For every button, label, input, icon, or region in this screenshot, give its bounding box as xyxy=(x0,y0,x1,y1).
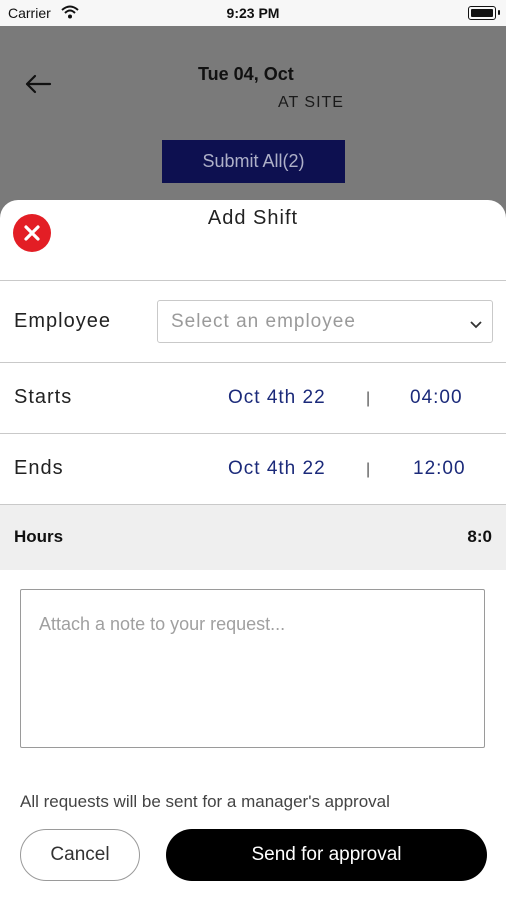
end-date[interactable]: Oct 4th 22 xyxy=(228,458,326,480)
employee-placeholder: Select an employee xyxy=(171,311,356,332)
employee-select[interactable]: Select an employee xyxy=(157,300,493,343)
status-bar: Carrier 9:23 PM xyxy=(0,0,506,26)
chevron-down-icon xyxy=(470,316,482,334)
end-separator: | xyxy=(366,461,371,478)
add-shift-sheet: Add Shift Employee Select an employee St… xyxy=(0,200,506,900)
hours-value: 8:0 xyxy=(467,527,492,546)
end-time[interactable]: 12:00 xyxy=(413,458,466,480)
battery-icon xyxy=(468,6,500,20)
back-arrow-icon[interactable] xyxy=(24,74,52,99)
cancel-button[interactable]: Cancel xyxy=(20,829,140,881)
divider xyxy=(0,433,506,434)
hours-row: Hours 8:0 xyxy=(0,505,506,570)
hours-label: Hours xyxy=(14,527,64,546)
employee-label: Employee xyxy=(14,310,111,332)
divider xyxy=(0,362,506,363)
site-label: AT SITE xyxy=(278,94,344,111)
approval-note: All requests will be sent for a manager'… xyxy=(20,792,390,811)
date-title: Tue 04, Oct xyxy=(198,64,294,84)
starts-label: Starts xyxy=(14,386,73,408)
divider xyxy=(0,280,506,281)
start-separator: | xyxy=(366,390,371,407)
start-date[interactable]: Oct 4th 22 xyxy=(228,387,326,409)
submit-all-button[interactable]: Submit All(2) xyxy=(162,140,345,183)
ends-label: Ends xyxy=(14,457,64,479)
note-placeholder: Attach a note to your request... xyxy=(39,614,286,634)
sheet-title: Add Shift xyxy=(207,207,299,229)
start-time[interactable]: 04:00 xyxy=(410,387,463,409)
status-time: 9:23 PM xyxy=(226,5,280,21)
note-textarea[interactable]: Attach a note to your request... xyxy=(20,589,485,748)
background-screen: Tue 04, Oct AT SITE Submit All(2) xyxy=(0,26,506,226)
send-for-approval-button[interactable]: Send for approval xyxy=(166,829,487,881)
